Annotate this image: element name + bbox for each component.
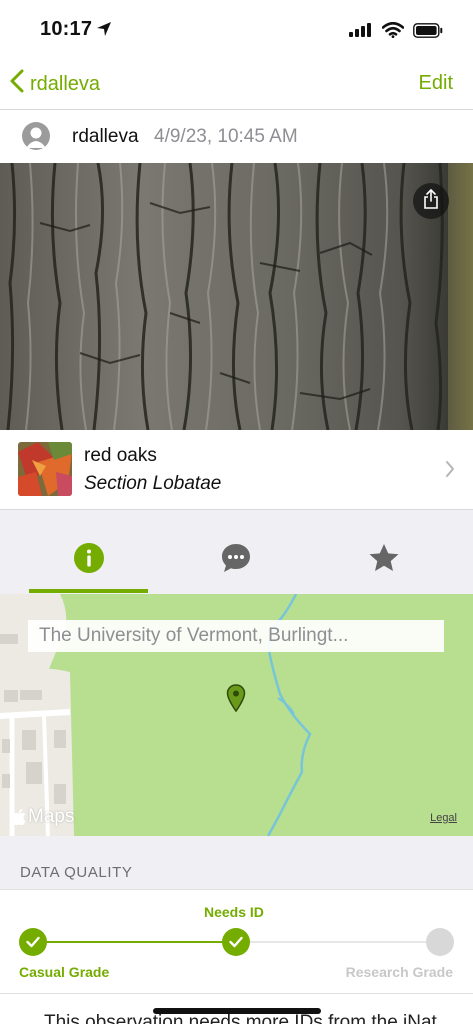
back-label: rdalleva [30, 72, 101, 95]
home-indicator[interactable] [153, 1008, 321, 1014]
casual-grade-check-icon [19, 928, 47, 956]
wifi-icon [381, 21, 405, 43]
needs-id-label: Needs ID [204, 904, 264, 920]
observer-row[interactable]: rdalleva 4/9/23, 10:45 AM [0, 111, 473, 163]
maps-attribution: Maps [28, 806, 75, 827]
data-quality-header: DATA QUALITY [0, 836, 473, 890]
share-button[interactable] [413, 183, 449, 219]
data-quality-meter[interactable]: Needs ID Casual Grade Research Grade [0, 890, 473, 994]
chevron-right-icon [445, 460, 455, 483]
battery-icon [413, 22, 443, 43]
status-time: 10:17 [40, 18, 93, 40]
tab-info[interactable] [29, 530, 149, 594]
info-icon [73, 542, 105, 579]
data-quality-title: DATA QUALITY [20, 864, 133, 881]
share-icon [422, 188, 440, 214]
taxon-scientific-name: Section Lobatae [84, 473, 222, 494]
quality-progress-complete [46, 941, 222, 943]
status-bar: 10:17 [0, 0, 473, 56]
tree-bark-image [0, 163, 473, 430]
tab-favorites[interactable] [324, 530, 444, 594]
taxon-row[interactable]: red oaks Section Lobatae [0, 430, 473, 510]
apple-icon [12, 809, 26, 825]
chevron-left-icon [10, 69, 24, 99]
status-indicators [349, 21, 443, 43]
observation-date: 4/9/23, 10:45 AM [154, 126, 298, 147]
map-place-label: The University of Vermont, Burlingt... [28, 620, 444, 652]
avatar [22, 122, 50, 150]
comments-icon [220, 542, 252, 579]
casual-grade-label: Casual Grade [19, 964, 110, 980]
detail-tabs [0, 530, 473, 594]
cellular-signal-icon [349, 23, 373, 42]
observer-username: rdalleva [72, 126, 139, 147]
navigation-bar: rdalleva Edit [0, 56, 473, 110]
map-pin-icon[interactable] [226, 684, 246, 717]
taxon-photo [18, 442, 72, 496]
research-grade-circle-icon [426, 928, 454, 956]
taxon-common-name: red oaks [84, 445, 157, 466]
location-map[interactable]: The University of Vermont, Burlingt... M… [0, 594, 473, 836]
tab-activity[interactable] [176, 530, 296, 594]
location-arrow-icon [96, 21, 112, 42]
quality-progress-remaining [250, 941, 428, 943]
observation-photo[interactable] [0, 163, 473, 430]
active-tab-indicator [29, 589, 148, 593]
star-icon [368, 542, 400, 579]
map-legal-link[interactable]: Legal [430, 812, 457, 824]
research-grade-label: Research Grade [345, 964, 453, 980]
edit-button[interactable]: Edit [419, 72, 453, 95]
back-button[interactable]: rdalleva [10, 69, 100, 99]
apple-maps-logo: Maps [12, 806, 74, 828]
needs-id-check-icon [222, 928, 250, 956]
